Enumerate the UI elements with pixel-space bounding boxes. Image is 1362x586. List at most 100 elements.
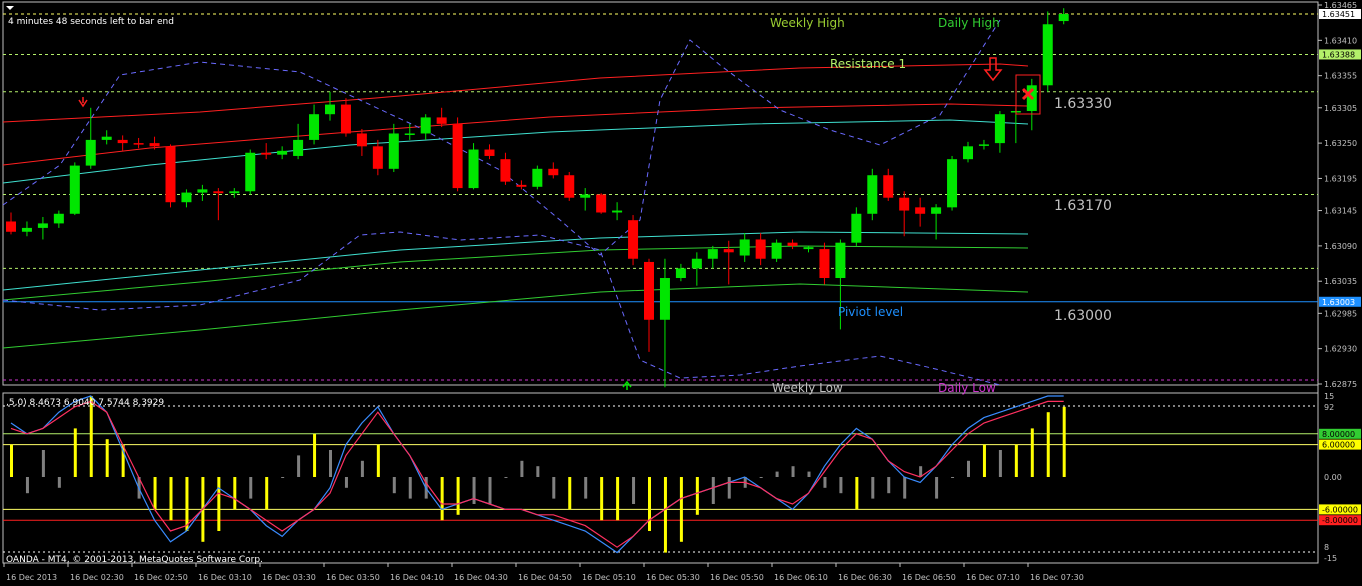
resistance-price-marker: 1.63388 (1322, 50, 1355, 59)
price-chart-area[interactable] (2, 1, 1319, 386)
candle-body (53, 213, 64, 224)
candle-body (548, 168, 559, 176)
time-tick-label: 16 Dec 03:10 (198, 573, 252, 582)
candle-body (771, 242, 782, 259)
candle-body (452, 123, 463, 189)
candle-body (340, 104, 351, 134)
oscillator-bar (616, 477, 620, 521)
candle-body (37, 223, 48, 228)
oscillator-bar (711, 477, 715, 504)
daily-low-label: Daily Low (938, 381, 996, 395)
candle-body (101, 136, 112, 140)
candle-body (723, 249, 734, 253)
candle-body (420, 117, 431, 134)
candle-body (229, 191, 240, 194)
daily-high-label: Daily High (938, 16, 1000, 30)
oscillator-bar (951, 477, 955, 478)
time-tick-label: 16 Dec 07:10 (966, 573, 1020, 582)
candle-body (963, 146, 973, 160)
indicator-tick-label: 15 (1324, 392, 1334, 401)
indicator-tick-label: -15 (1324, 554, 1337, 563)
indicator-chart-area[interactable] (2, 392, 1319, 564)
candle-body (851, 213, 862, 243)
time-tick-label: 16 Dec 03:50 (326, 573, 380, 582)
oscillator-bar (392, 477, 396, 494)
candle-body (675, 268, 686, 279)
candle-body (117, 139, 128, 144)
candle-body (500, 159, 511, 182)
time-tick-label: 16 Dec 03:30 (262, 573, 316, 582)
candle-body (468, 149, 479, 189)
oscillator-bar (998, 450, 1002, 477)
oscillator-bar (679, 477, 683, 542)
oscillator-bar (632, 477, 636, 504)
candle-body (580, 194, 591, 198)
candle-body (867, 175, 878, 214)
candle-body (994, 114, 1005, 144)
price-tick-label: 1.63195 (1324, 174, 1357, 183)
candle-body (659, 278, 670, 320)
oscillator-bar (871, 477, 875, 499)
time-tick-label: 16 Dec 04:30 (454, 573, 508, 582)
indicator-axis: 15 92 0.00 8 -15 8.00000 6.00000 -6.00000 -8.000… (1319, 392, 1361, 563)
oscillator-bar (89, 396, 93, 477)
time-tick-label: 16 Dec 05:30 (646, 573, 700, 582)
oscillator-bar (440, 477, 444, 521)
price-tick-label: 1.63145 (1324, 207, 1357, 216)
price-tick-label: 1.63090 (1324, 242, 1357, 251)
candle-body (309, 114, 320, 140)
lower-yellow-marker: -6.00000 (1322, 505, 1358, 514)
mt4-chart-window[interactable]: Weekly High Daily High Resistance 1 Pivi… (0, 0, 1362, 586)
candle-body (803, 247, 814, 250)
candle-body (532, 168, 543, 187)
candle-body (213, 191, 224, 194)
price-axis: 1.63465 1.63410 1.63355 1.63305 1.63250 1.631… (1318, 1, 1361, 389)
candle-body (388, 133, 399, 169)
oscillator-bar (344, 477, 348, 488)
copyright-text: OANDA - MT4, © 2001-2013, MetaQuotes Sof… (6, 555, 263, 565)
time-tick-label: 16 Dec 07:30 (1030, 573, 1084, 582)
candle-body (707, 249, 718, 259)
oscillator-bar (57, 477, 61, 488)
oscillator-bar (408, 477, 412, 499)
oscillator-bar (105, 439, 109, 477)
indicator-header: ,5,0) 8.4673 6.9040 7.5744 8.3929 (6, 398, 164, 408)
candle-body (564, 175, 575, 198)
candle-body (149, 143, 160, 147)
round-level-label: 1.63170 (1054, 198, 1112, 214)
price-tick-label: 1.62930 (1324, 345, 1357, 354)
oscillator-bar (10, 444, 13, 477)
oscillator-bar (25, 477, 29, 494)
oscillator-bar (1030, 428, 1034, 477)
oscillator-bar (233, 477, 237, 510)
price-tick-label: 1.63250 (1324, 139, 1357, 148)
lower-red-marker: -8.00000 (1322, 516, 1358, 525)
candle-body (436, 117, 447, 124)
candle-body (85, 139, 96, 166)
oscillator-bar (967, 460, 970, 477)
candle-body (947, 159, 958, 208)
oscillator-bar (376, 444, 380, 477)
oscillator-bar (185, 477, 189, 531)
candle-body (293, 139, 304, 156)
candle-body (835, 242, 846, 279)
oscillator-bar (536, 466, 540, 477)
oscillator-bar (217, 477, 221, 531)
time-tick-label: 16 Dec 06:30 (838, 573, 892, 582)
oscillator-bar (823, 477, 827, 488)
time-tick-label: 16 Dec 06:10 (774, 573, 828, 582)
oscillator-bar (727, 477, 731, 499)
oscillator-bar (791, 466, 795, 477)
oscillator-bar (169, 477, 173, 521)
oscillator-bar (1062, 406, 1066, 477)
candle-body (181, 192, 192, 203)
candle-body (6, 221, 16, 232)
pivot-price-marker: 1.63003 (1322, 298, 1355, 307)
oscillator-bar (855, 477, 859, 510)
candle-body (596, 194, 607, 213)
price-tick-label: 1.62985 (1324, 309, 1357, 318)
oscillator-bar (1014, 444, 1018, 477)
indicator-tick-label: 8 (1324, 543, 1329, 552)
weekly-low-label: Weekly Low (772, 381, 843, 395)
time-tick-label: 16 Dec 04:50 (518, 573, 572, 582)
